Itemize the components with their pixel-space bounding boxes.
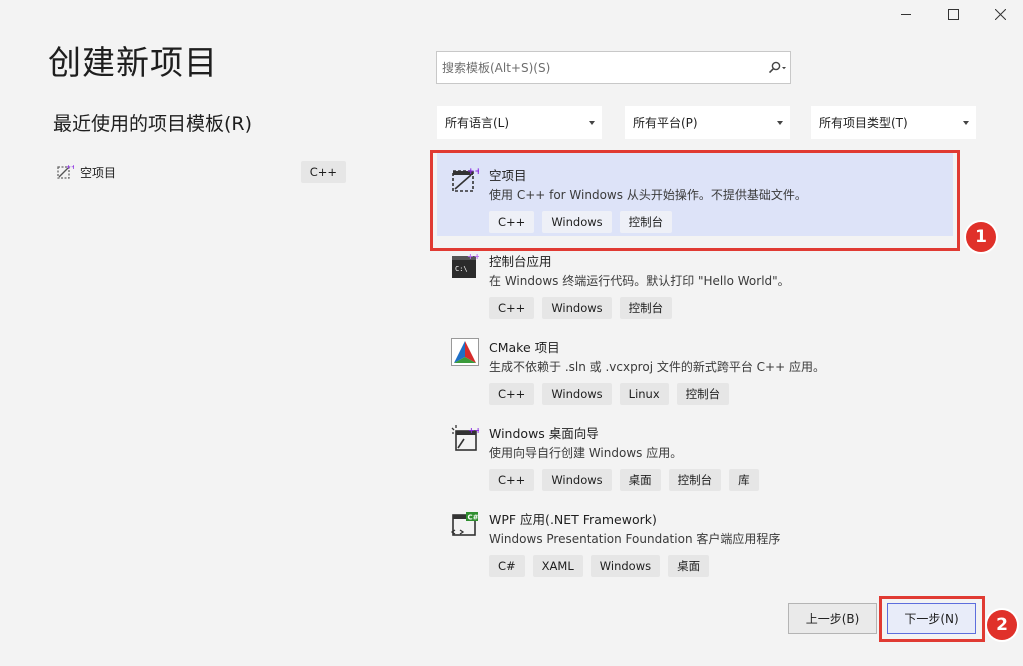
template-tag: C++ bbox=[489, 383, 535, 405]
maximize-button[interactable] bbox=[930, 0, 976, 28]
template-tag: XAML bbox=[532, 555, 583, 577]
recent-templates-heading: 最近使用的项目模板(R) bbox=[53, 113, 253, 135]
annotation-badge-2: 2 bbox=[987, 610, 1017, 640]
template-tag: Windows bbox=[542, 469, 612, 491]
annotation-highlight-1 bbox=[430, 150, 960, 251]
svg-text:++: ++ bbox=[468, 426, 479, 435]
template-tag: Windows bbox=[542, 297, 612, 319]
platform-filter-value: 所有平台(P) bbox=[633, 116, 698, 130]
chevron-down-icon bbox=[589, 120, 595, 125]
template-name: WPF 应用(.NET Framework) bbox=[489, 512, 657, 527]
template-tag: 库 bbox=[729, 469, 759, 491]
chevron-down-icon bbox=[963, 120, 969, 125]
template-tag: C++ bbox=[489, 297, 535, 319]
maximize-icon bbox=[947, 8, 959, 20]
template-name: CMake 项目 bbox=[489, 340, 560, 355]
template-tag: 桌面 bbox=[668, 555, 710, 577]
console-app-icon: C:\ ++ bbox=[452, 252, 479, 278]
svg-text:++: ++ bbox=[66, 164, 74, 171]
template-description: 生成不依赖于 .sln 或 .vcxproj 文件的新式跨平台 C++ 应用。 bbox=[489, 360, 825, 374]
project-type-filter-value: 所有项目类型(T) bbox=[819, 116, 908, 130]
template-item-wpf-app[interactable]: C# WPF 应用(.NET Framework) Windows Presen… bbox=[437, 494, 953, 580]
template-tag: Linux bbox=[619, 383, 669, 405]
previous-button[interactable]: 上一步(B) bbox=[788, 603, 877, 634]
template-tag: C++ bbox=[489, 469, 535, 491]
cmake-icon bbox=[451, 338, 479, 366]
svg-text:C:\: C:\ bbox=[455, 265, 468, 273]
language-filter-value: 所有语言(L) bbox=[445, 116, 510, 130]
template-description: 使用向导自行创建 Windows 应用。 bbox=[489, 446, 683, 460]
annotation-badge-1: 1 bbox=[966, 222, 996, 252]
platform-filter-dropdown[interactable]: 所有平台(P) bbox=[625, 106, 790, 139]
template-name: 控制台应用 bbox=[489, 254, 552, 269]
template-tag: C# bbox=[489, 555, 525, 577]
template-tag: Windows bbox=[542, 383, 612, 405]
template-tag: Windows bbox=[590, 555, 661, 577]
svg-text:++: ++ bbox=[467, 252, 479, 261]
template-item-desktop-wizard[interactable]: ++ Windows 桌面向导 使用向导自行创建 Windows 应用。 C++… bbox=[437, 408, 953, 494]
minimize-icon bbox=[901, 14, 911, 15]
svg-text:C#: C# bbox=[468, 514, 479, 522]
project-type-filter-dropdown[interactable]: 所有项目类型(T) bbox=[811, 106, 976, 139]
template-description: Windows Presentation Foundation 客户端应用程序 bbox=[489, 532, 781, 546]
template-tag: 控制台 bbox=[668, 469, 722, 491]
close-button[interactable] bbox=[977, 0, 1023, 28]
template-tag: 控制台 bbox=[676, 383, 730, 405]
chevron-down-icon bbox=[777, 120, 783, 125]
empty-project-icon: ++ bbox=[57, 164, 74, 179]
recent-item-empty-project[interactable]: ++ 空项目 C++ bbox=[56, 158, 346, 186]
annotation-highlight-2 bbox=[879, 596, 985, 642]
recent-item-lang-tag: C++ bbox=[300, 161, 346, 183]
template-item-cmake[interactable]: CMake 项目 生成不依赖于 .sln 或 .vcxproj 文件的新式跨平台… bbox=[437, 322, 953, 408]
template-tag: 控制台 bbox=[619, 297, 673, 319]
search-input[interactable] bbox=[437, 59, 764, 76]
recent-item-label: 空项目 bbox=[80, 165, 117, 180]
page-title: 创建新项目 bbox=[48, 43, 218, 82]
search-icon[interactable] bbox=[764, 61, 790, 75]
minimize-button[interactable] bbox=[883, 0, 929, 28]
template-description: 在 Windows 终端运行代码。默认打印 "Hello World"。 bbox=[489, 274, 790, 288]
close-icon bbox=[994, 8, 1006, 20]
template-tag: 桌面 bbox=[619, 469, 661, 491]
language-filter-dropdown[interactable]: 所有语言(L) bbox=[437, 106, 602, 139]
search-box[interactable] bbox=[436, 51, 791, 84]
template-name: Windows 桌面向导 bbox=[489, 426, 599, 441]
desktop-wizard-icon: ++ bbox=[451, 425, 479, 451]
wpf-app-icon: C# bbox=[451, 512, 479, 536]
